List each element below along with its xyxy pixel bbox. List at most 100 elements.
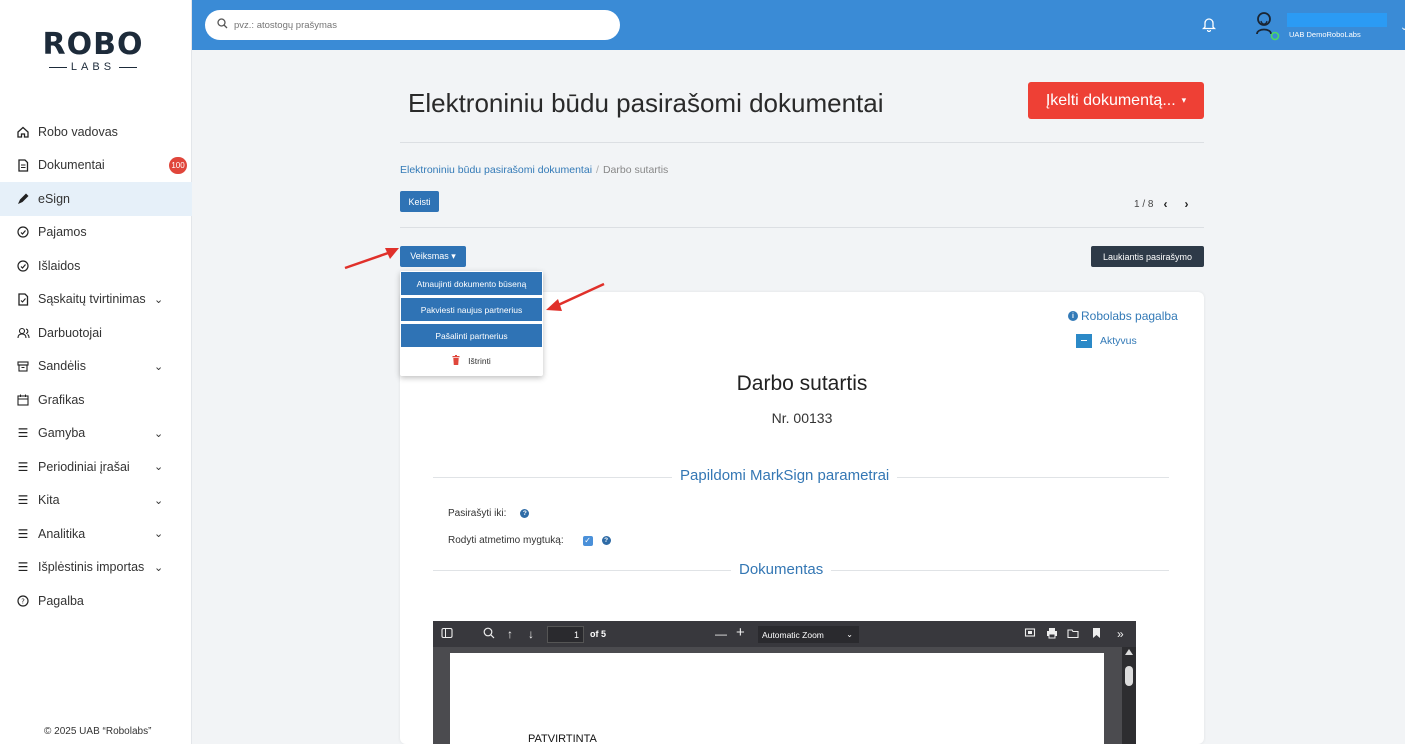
sidebar-item-robo-vadovas[interactable]: Robo vadovas (0, 115, 192, 149)
scrollbar-thumb[interactable] (1125, 666, 1133, 686)
sidebar-item-grafikas[interactable]: Grafikas (0, 383, 192, 417)
show-reject-checkbox[interactable]: ✓ (582, 535, 593, 546)
search-bar[interactable] (205, 10, 620, 40)
edit-button[interactable]: Keisti (400, 191, 439, 212)
sidebar-item-sandelis[interactable]: Sandėlis ⌄ (0, 350, 192, 384)
section-title-document: Dokumentas (731, 561, 832, 578)
scroll-up-icon[interactable] (1125, 649, 1133, 655)
chevron-down-icon[interactable]: ⌄ (154, 293, 163, 306)
print-icon[interactable] (1046, 627, 1058, 642)
zoom-in-icon[interactable]: + (736, 624, 745, 641)
more-tools-icon[interactable]: » (1117, 627, 1124, 641)
annotation-arrow-icon (344, 248, 399, 270)
sidebar-item-label: Robo vadovas (38, 124, 118, 139)
previous-record-button[interactable]: ‹ (1156, 196, 1174, 212)
user-company-highlight (1287, 13, 1387, 27)
logo-text-top: ROBO (42, 27, 144, 62)
next-record-button[interactable]: › (1177, 196, 1195, 212)
sidebar-item-pagalba[interactable]: ? Pagalba (0, 584, 192, 618)
search-input[interactable] (234, 19, 594, 31)
top-bar: UAB DemoRoboLabs ⌄ (192, 0, 1405, 50)
sidebar-item-label: Sąskaitų tvirtinimas (38, 292, 146, 307)
sidebar: ROBO LABS Robo vadovas Dokumentai 100 eS… (0, 0, 192, 744)
pdf-scrollbar[interactable] (1122, 647, 1136, 744)
copyright-text: © 2025 UAB “Robolabs” (44, 726, 152, 737)
sidebar-item-islaidos[interactable]: Išlaidos (0, 249, 192, 283)
sidebar-item-gamyba[interactable]: ☰ Gamyba ⌄ (0, 417, 192, 451)
menu-item-delete[interactable]: Ištrinti (401, 349, 542, 372)
sidebar-item-label: Kita (38, 493, 60, 508)
actions-dropdown-menu: Atnaujinti dokumento būseną Pakviesti na… (400, 271, 543, 376)
arrow-up-icon[interactable]: ↑ (507, 627, 513, 641)
sidebar-item-label: Periodiniai įrašai (38, 459, 130, 474)
actions-dropdown-button[interactable]: Veiksmas ▾ (400, 246, 466, 267)
info-icon: i (1068, 311, 1078, 321)
sidebar-item-label: Išlaidos (38, 258, 81, 273)
list-icon: ☰ (17, 560, 29, 575)
question-icon[interactable]: ? (601, 536, 611, 545)
sidebar-item-darbuotojai[interactable]: Darbuotojai (0, 316, 192, 350)
robolabs-logo[interactable]: ROBO LABS (38, 30, 148, 76)
pen-icon (16, 192, 30, 206)
pdf-page: PATVIRTINTA (450, 653, 1104, 744)
people-icon (16, 326, 30, 340)
zoom-out-icon[interactable]: — (715, 627, 727, 641)
upload-document-label: Įkelti dokumentą... (1045, 91, 1176, 109)
list-icon: ☰ (17, 493, 29, 508)
chevron-down-icon[interactable]: ⌄ (154, 561, 163, 574)
sidebar-item-analitika[interactable]: ☰ Analitika ⌄ (0, 517, 192, 551)
search-icon (217, 18, 228, 32)
list-icon: ☰ (17, 426, 29, 441)
menu-item-refresh-status[interactable]: Atnaujinti dokumento būseną (401, 272, 542, 295)
bell-icon[interactable] (1201, 16, 1218, 34)
menu-item-remove-partners[interactable]: Pašalinti partnerius (401, 324, 542, 347)
income-icon (16, 225, 30, 239)
chevron-down-icon[interactable]: ⌄ (154, 527, 163, 540)
help-link-label: Robolabs pagalba (1081, 309, 1178, 323)
breadcrumb-parent-link[interactable]: Elektroniniu būdu pasirašomi dokumentai (400, 164, 592, 176)
save-icon[interactable] (1067, 627, 1079, 642)
sidebar-item-isplestinis-importas[interactable]: ☰ Išplėstinis importas ⌄ (0, 551, 192, 585)
user-company-name[interactable]: UAB DemoRoboLabs (1289, 30, 1361, 39)
help-circle-icon: ? (16, 594, 30, 608)
sidebar-item-esign[interactable]: eSign (0, 182, 192, 216)
user-avatar-icon[interactable] (1254, 10, 1280, 42)
sign-until-row: Pasirašyti iki: ? (448, 508, 530, 519)
arrow-down-icon[interactable]: ↓ (528, 627, 534, 641)
sidebar-toggle-icon[interactable] (441, 627, 453, 642)
sidebar-item-label: Gamyba (38, 426, 86, 441)
sidebar-item-label: Išplėstinis importas (38, 560, 145, 575)
search-icon[interactable] (483, 627, 495, 642)
chevron-down-icon[interactable]: ⌄ (154, 460, 163, 473)
sidebar-item-saskaitu-tvirtinimas[interactable]: Sąskaitų tvirtinimas ⌄ (0, 283, 192, 317)
chevron-down-icon[interactable]: ⌄ (154, 494, 163, 507)
sidebar-item-label: eSign (38, 191, 70, 206)
record-pager: 1 / 8 ‹ › (1134, 196, 1195, 212)
chevron-down-icon: ⌄ (846, 630, 853, 639)
status-awaiting-signature-button[interactable]: Laukiantis pasirašymo (1091, 246, 1204, 267)
logo-text-bottom: LABS (38, 61, 148, 73)
presentation-mode-icon[interactable] (1024, 627, 1036, 642)
sidebar-item-label: Dokumentai (38, 158, 105, 173)
chevron-down-icon[interactable]: ⌄ (1400, 22, 1405, 33)
chevron-down-icon[interactable]: ⌄ (154, 427, 163, 440)
chevron-down-icon[interactable]: ⌄ (154, 360, 163, 373)
sidebar-item-pajamos[interactable]: Pajamos (0, 216, 192, 250)
pdf-page-number-input[interactable] (547, 626, 584, 643)
sidebar-item-kita[interactable]: ☰ Kita ⌄ (0, 484, 192, 518)
upload-document-button[interactable]: Įkelti dokumentą... ▾ (1028, 82, 1204, 119)
svg-text:?: ? (21, 597, 25, 605)
status-active[interactable]: Aktyvus (1076, 334, 1137, 348)
sidebar-item-dokumentai[interactable]: Dokumentai 100 (0, 149, 192, 183)
status-active-label: Aktyvus (1100, 335, 1137, 347)
invoice-icon (16, 292, 30, 306)
question-icon[interactable]: ? (520, 509, 530, 518)
menu-item-invite-partners[interactable]: Pakviesti naujus partnerius (401, 298, 542, 321)
pdf-zoom-select[interactable]: Automatic Zoom ⌄ (758, 626, 859, 643)
sidebar-item-periodiniai-irasai[interactable]: ☰ Periodiniai įrašai ⌄ (0, 450, 192, 484)
documents-count-badge: 100 (169, 156, 187, 174)
help-link[interactable]: i Robolabs pagalba (1068, 309, 1178, 323)
sidebar-item-label: Analitika (38, 526, 86, 541)
page-title: Elektroniniu būdu pasirašomi dokumentai (408, 88, 884, 118)
bookmark-icon[interactable] (1092, 627, 1101, 642)
